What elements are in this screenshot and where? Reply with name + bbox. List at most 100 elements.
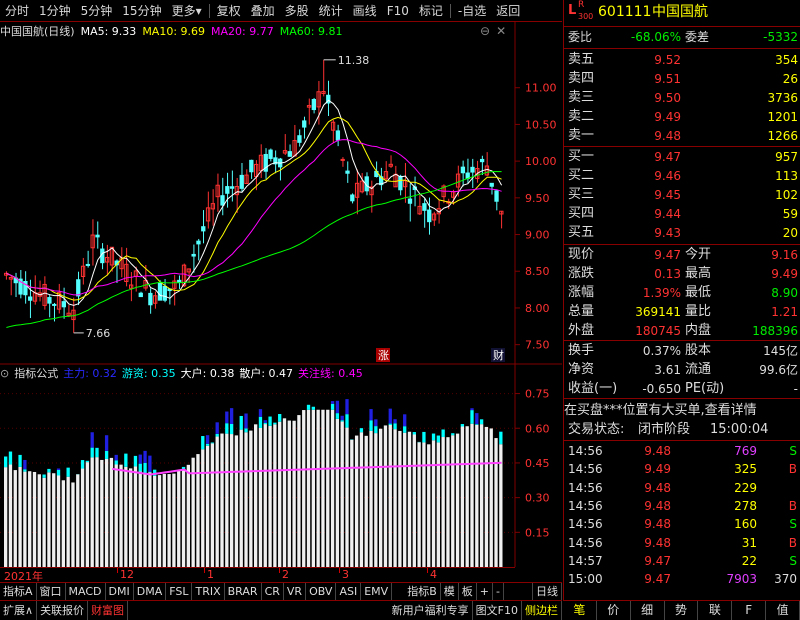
sanhu-bar (306, 409, 311, 567)
indicator-tab[interactable]: + (477, 583, 493, 600)
toolbar-item-3[interactable]: 15分钟 (117, 0, 166, 22)
toolbar-item-10[interactable]: F10 (382, 0, 414, 22)
indicator-tab[interactable]: 指标B (404, 583, 441, 600)
bottom-nav-item[interactable]: 细 (631, 601, 665, 620)
indicator-tab[interactable]: FSL (166, 583, 193, 600)
indicator-tab[interactable]: OBV (306, 583, 337, 600)
ext-tab[interactable]: 图文F10 (473, 601, 522, 620)
quote-label: 最高 (685, 266, 712, 281)
zhuli-bar (330, 401, 335, 404)
indicator-tab[interactable]: BRAR (225, 583, 262, 600)
period-toolbar: 分时 1分钟 5分钟 15分钟 更多▾ 复权 叠加 多股 统计 画线 F10 标记 -自选 返回 (0, 0, 562, 22)
time-tick (427, 568, 428, 573)
sell-row[interactable]: 卖三 9.50 3736 (564, 89, 800, 108)
kline-chart[interactable]: 11.00 10.50 10.00 9.50 9.00 8.50 8.00 7.50 0.75 0… (0, 22, 562, 567)
bottom-nav-item[interactable]: 值 (766, 601, 800, 620)
ext-tab[interactable]: 新用户福利专享 (389, 601, 473, 620)
sanhu-bar (254, 424, 258, 567)
toolbar-item-2[interactable]: 5分钟 (76, 0, 118, 22)
indicator-tab[interactable]: DMA (134, 583, 167, 600)
sanhu-bar (431, 440, 436, 567)
tick-row: 14:56 9.48 278 B (564, 497, 800, 516)
toolbar-item-5[interactable]: 复权 (212, 0, 246, 22)
candle-body (157, 282, 163, 301)
close-icon[interactable]: ✕ (496, 24, 506, 38)
indicator-tab[interactable]: 日线 (532, 583, 562, 600)
quote-value: 9.49 (771, 267, 798, 281)
indicator-tab[interactable]: DMI (106, 583, 134, 600)
bottom-nav-item[interactable]: F (732, 601, 767, 620)
price-tick-label: 10.00 (525, 155, 557, 168)
youzi-bar (244, 428, 248, 433)
indicator-tab[interactable]: ASI (336, 583, 362, 600)
indicator-tab[interactable]: MACD (66, 583, 106, 600)
toolbar-item-1[interactable]: 1分钟 (34, 0, 76, 22)
toolbar-item-8[interactable]: 统计 (314, 0, 348, 22)
candle-body (470, 166, 475, 173)
bottom-nav-item[interactable]: 势 (665, 601, 699, 620)
sell-row[interactable]: 卖二 9.49 1201 (564, 108, 800, 127)
youzi-bar (205, 443, 210, 446)
notice-text[interactable]: 在买盘***位置有大买单,查看详情 (564, 402, 800, 422)
quote-value: 1.21 (771, 305, 798, 319)
youzi-bar (359, 428, 364, 433)
buy-row[interactable]: 买二 9.46 113 (564, 167, 800, 186)
ext-tab[interactable]: 扩展∧ (0, 601, 38, 620)
sanhu-bar (181, 469, 186, 567)
toolbar-item-9[interactable]: 画线 (348, 0, 382, 22)
bottom-nav-item[interactable]: 笔 (563, 601, 597, 620)
toolbar-item-11[interactable]: 标记 (414, 0, 448, 22)
ext-tab[interactable]: 关联报价 (37, 601, 89, 620)
bottom-nav-item[interactable]: 价 (597, 601, 631, 620)
indicator-tab[interactable]: TRIX (192, 583, 225, 600)
zhuli-bar (114, 454, 118, 461)
tick-price: 9.48 (644, 498, 671, 513)
tick-volume: 278 (734, 498, 757, 513)
indicator-tab[interactable]: 窗口 (37, 583, 66, 600)
toolbar-item-0[interactable]: 分时 (0, 0, 34, 22)
buy-row[interactable]: 买五 9.43 20 (564, 224, 800, 243)
price-tick-label: 9.50 (525, 192, 550, 205)
indicator-tab[interactable]: 模 (441, 583, 459, 600)
sell-row[interactable]: 卖五 9.52 354 (564, 51, 800, 70)
indicator-tab[interactable]: 指标A (0, 583, 37, 600)
indicator-formula-label[interactable]: 指标公式 (14, 365, 58, 381)
toolbar-item-7[interactable]: 多股 (280, 0, 314, 22)
sanhu-bar (330, 409, 335, 567)
buy-row[interactable]: 买三 9.45 102 (564, 186, 800, 205)
sell-row[interactable]: 卖一 9.48 1266 (564, 127, 800, 146)
time-label: 4 (430, 568, 437, 581)
tick-side: S (789, 517, 797, 532)
tick-time: 14:56 (568, 480, 603, 495)
ext-tab[interactable]: 财富图 (88, 601, 129, 620)
candle-body (85, 263, 91, 266)
indicator-tab[interactable]: CR (262, 583, 284, 600)
indicator-tab[interactable]: VR (284, 583, 307, 600)
sanhu-bar (350, 439, 354, 567)
weici-value: -5332 (763, 30, 798, 44)
toolbar-item-12[interactable]: -自选 (453, 0, 491, 22)
buy-row[interactable]: 买一 9.47 957 (564, 148, 800, 167)
sell-row[interactable]: 卖四 9.51 26 (564, 70, 800, 89)
ext-tab[interactable]: 侧边栏 (522, 601, 562, 620)
candle-body (148, 292, 153, 306)
zhuli-bar (225, 411, 229, 424)
indicator-menu-icon[interactable]: ⊙ (0, 367, 9, 380)
guanzhu-value: 关注线: 0.45 (298, 367, 363, 380)
buy-row[interactable]: 买四 9.44 59 (564, 205, 800, 224)
toolbar-item-6[interactable]: 叠加 (246, 0, 280, 22)
sanhu-bar (177, 470, 181, 567)
indicator-tab[interactable]: 板 (459, 583, 477, 600)
tick-side: B (788, 535, 797, 550)
sanhu-bar (455, 433, 460, 567)
bottom-nav-item[interactable]: 联 (698, 601, 733, 620)
settings-icon[interactable]: ⊖ (480, 24, 490, 38)
youzi-bar (47, 468, 51, 473)
candle-body (61, 301, 66, 308)
toolbar-item-13[interactable]: 返回 (491, 0, 525, 22)
toolbar-item-4[interactable]: 更多▾ (167, 0, 207, 22)
sanhu-bar (359, 432, 364, 567)
sell-label: 卖三 (568, 90, 595, 105)
indicator-tab[interactable]: - (493, 583, 504, 600)
indicator-tab[interactable]: EMV (361, 583, 393, 600)
